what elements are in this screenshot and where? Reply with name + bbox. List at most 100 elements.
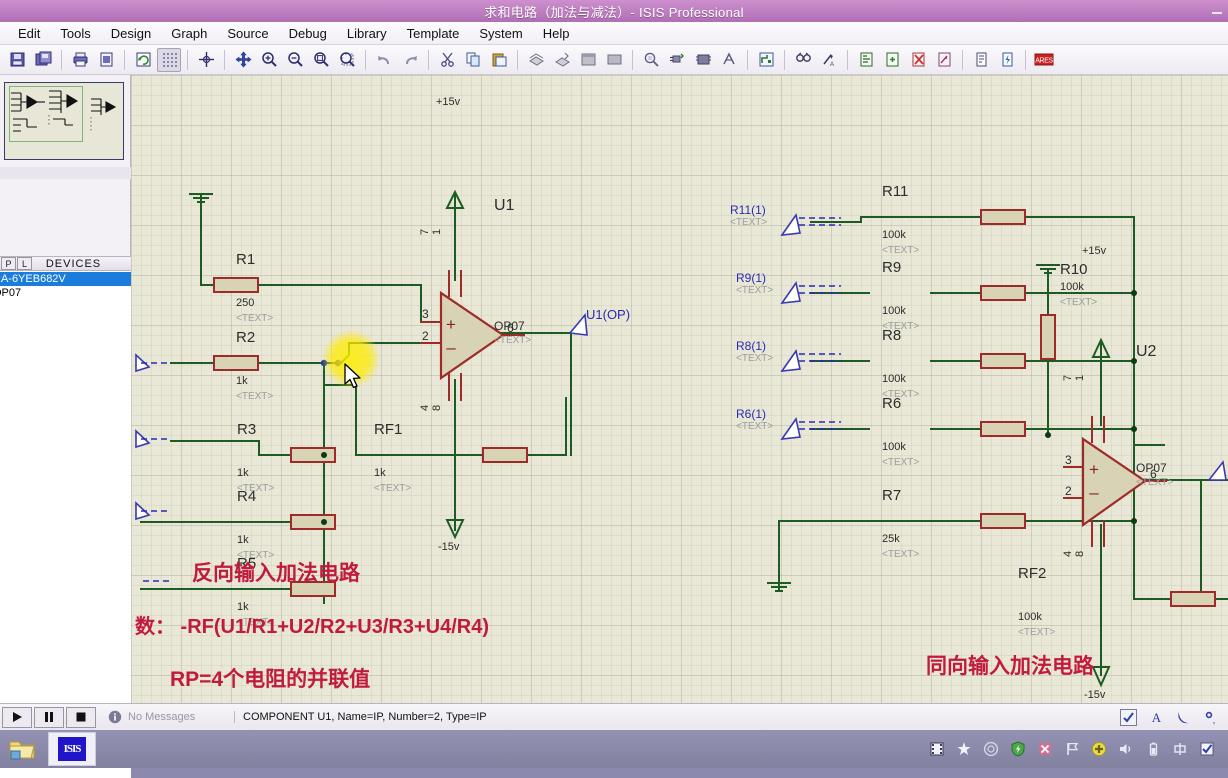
- property-assignment-icon[interactable]: A: [817, 48, 841, 72]
- menu-item-design[interactable]: Design: [101, 24, 161, 43]
- menu-item-edit[interactable]: Edit: [8, 24, 50, 43]
- shield-grey-icon[interactable]: [982, 740, 1000, 758]
- ime-icon[interactable]: [1171, 740, 1189, 758]
- cut-icon[interactable]: [435, 48, 459, 72]
- probe-marker-R11: [780, 213, 801, 236]
- decompose-icon[interactable]: [717, 48, 741, 72]
- window-title: 求和电路（加法与减法）- ISIS Professional: [484, 4, 744, 20]
- angle-tool-icon[interactable]: ,: [1203, 710, 1218, 725]
- tab-p[interactable]: P: [1, 257, 16, 270]
- menu-item-library[interactable]: Library: [337, 24, 397, 43]
- copy-icon[interactable]: [461, 48, 485, 72]
- resistor-R5: [290, 581, 336, 597]
- curve-tool-icon[interactable]: [1176, 710, 1191, 725]
- undo-icon[interactable]: [372, 48, 396, 72]
- search-tag-icon[interactable]: [791, 48, 815, 72]
- pause-button[interactable]: [34, 706, 64, 728]
- messages-area[interactable]: No Messages: [108, 710, 228, 724]
- block-delete-icon[interactable]: [602, 48, 626, 72]
- toggle-grid-icon[interactable]: [157, 47, 181, 72]
- import-section-icon[interactable]: [31, 48, 55, 72]
- star-icon[interactable]: [955, 740, 973, 758]
- file-explorer-icon[interactable]: [2, 732, 42, 766]
- bill-of-materials-icon[interactable]: [969, 48, 993, 72]
- schematic-canvas[interactable]: + – + – R1 250 <TEXT> R2 1k <TEXT> R3 1k…: [131, 75, 1228, 703]
- svg-text:+: +: [446, 315, 456, 334]
- toolbar-group-print: [67, 48, 119, 72]
- pick-device-icon[interactable]: [639, 48, 663, 72]
- resistor-R8: [980, 353, 1026, 369]
- wires-group: [140, 192, 1228, 676]
- device-list-item[interactable]: OP07: [0, 286, 131, 300]
- menu-item-debug[interactable]: Debug: [279, 24, 337, 43]
- resistor-R4: [290, 514, 336, 530]
- battery-icon[interactable]: [1144, 740, 1162, 758]
- design-explorer-icon[interactable]: [854, 48, 878, 72]
- toolbar-separator: [632, 49, 633, 70]
- toolbar-group-origin: [193, 48, 219, 72]
- origin-icon[interactable]: [194, 48, 218, 72]
- schematic-overview-preview[interactable]: [4, 82, 124, 160]
- block-move-icon[interactable]: [550, 48, 574, 72]
- paste-icon[interactable]: [487, 48, 511, 72]
- toolbar-separator: [428, 49, 429, 70]
- new-sheet-icon[interactable]: [880, 48, 904, 72]
- zoom-out-icon[interactable]: [283, 48, 307, 72]
- checkbox-icon[interactable]: [1198, 740, 1216, 758]
- make-device-icon[interactable]: [665, 48, 689, 72]
- print-area-icon[interactable]: [94, 48, 118, 72]
- device-list-item[interactable]: RA-6YEB682V: [0, 272, 131, 286]
- resistor-R10: [1040, 314, 1056, 360]
- toolbar-group-library: [638, 48, 742, 72]
- flower-close-icon[interactable]: [1036, 740, 1054, 758]
- snap-toggle-icon[interactable]: [1120, 708, 1137, 726]
- play-button[interactable]: [2, 706, 32, 728]
- tab-l[interactable]: L: [17, 257, 32, 270]
- toolbar-separator: [365, 49, 366, 70]
- resistor-RF2: [1170, 591, 1216, 607]
- menu-item-system[interactable]: System: [469, 24, 532, 43]
- save-design-icon[interactable]: [5, 48, 29, 72]
- menu-item-graph[interactable]: Graph: [161, 24, 217, 43]
- mouse-cursor: [344, 363, 361, 389]
- exit-sheet-icon[interactable]: [932, 48, 956, 72]
- text-tool-icon[interactable]: A: [1149, 710, 1164, 725]
- windows-taskbar: ISIS: [0, 730, 1228, 768]
- zoom-in-icon[interactable]: [257, 48, 281, 72]
- menu-item-source[interactable]: Source: [217, 24, 278, 43]
- electrical-rules-check-icon[interactable]: [995, 48, 1019, 72]
- svg-text:ARES: ARES: [1035, 58, 1053, 65]
- security-shield-icon[interactable]: [1009, 740, 1027, 758]
- devices-list[interactable]: RA-6YEB682V OP07: [0, 271, 131, 778]
- zoom-area-icon[interactable]: [335, 48, 359, 72]
- taskbar-app-isis[interactable]: ISIS: [48, 732, 96, 766]
- remove-sheet-icon[interactable]: [906, 48, 930, 72]
- netlist-to-ares-icon[interactable]: ARES: [1032, 48, 1056, 72]
- block-rotate-icon[interactable]: [576, 48, 600, 72]
- block-copy-icon[interactable]: [524, 48, 548, 72]
- print-icon[interactable]: [68, 48, 92, 72]
- menu-item-template[interactable]: Template: [397, 24, 470, 43]
- pan-icon[interactable]: [231, 48, 255, 72]
- zoom-all-icon[interactable]: [309, 48, 333, 72]
- wire-autorouter-icon[interactable]: [754, 48, 778, 72]
- volume-icon[interactable]: [1117, 740, 1135, 758]
- redo-icon[interactable]: [398, 48, 422, 72]
- menu-item-tools[interactable]: Tools: [50, 24, 100, 43]
- preview-viewport-rect: [9, 86, 83, 142]
- opamp-U1: + –: [420, 270, 525, 401]
- packaging-tool-icon[interactable]: [691, 48, 715, 72]
- minimize-button[interactable]: [1210, 4, 1224, 18]
- film-icon[interactable]: [928, 740, 946, 758]
- resistor-RF1: [482, 447, 528, 463]
- stop-button[interactable]: [66, 706, 96, 728]
- toolbar-group-undo: [371, 48, 423, 72]
- toolbar-separator: [61, 49, 62, 70]
- status-bar-icons: A ,: [1120, 708, 1228, 726]
- panel-divider: [0, 167, 131, 179]
- flag-icon[interactable]: [1063, 740, 1081, 758]
- menu-item-help[interactable]: Help: [533, 24, 580, 43]
- isis-logo: ISIS: [58, 737, 86, 761]
- refresh-icon[interactable]: [131, 48, 155, 72]
- plus-circle-icon[interactable]: [1090, 740, 1108, 758]
